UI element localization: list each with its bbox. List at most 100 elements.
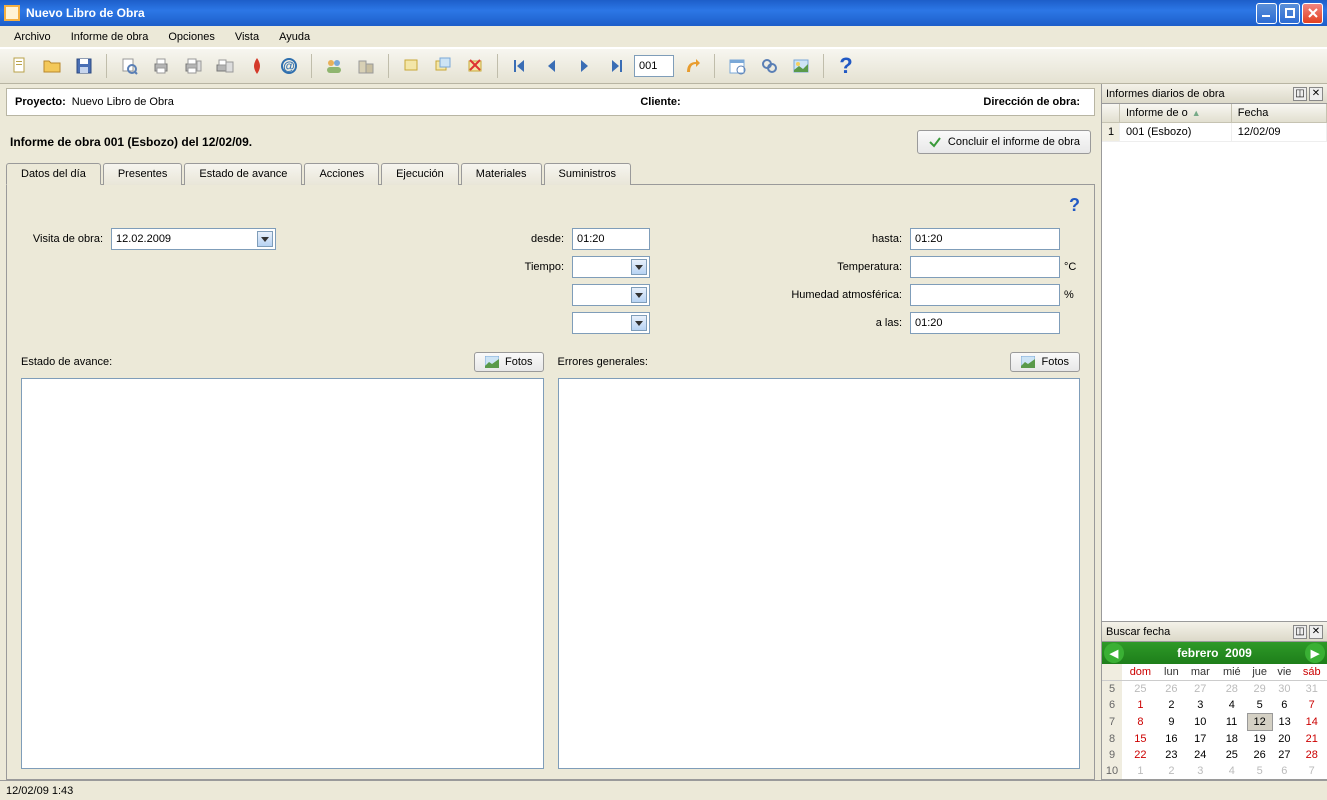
tab-help-icon[interactable]: ?: [1069, 195, 1080, 215]
menu-opciones[interactable]: Opciones: [158, 28, 224, 46]
hasta-input[interactable]: [910, 228, 1060, 250]
tab-acciones[interactable]: Acciones: [304, 163, 379, 185]
calendar-day[interactable]: 15: [1122, 731, 1159, 748]
calendar-day[interactable]: 2: [1159, 763, 1184, 779]
calendar-day[interactable]: 9: [1159, 714, 1184, 731]
search-icon[interactable]: [755, 52, 783, 80]
reports-col-informe[interactable]: Informe de o▲: [1120, 104, 1232, 122]
calendar-day[interactable]: 17: [1184, 731, 1217, 748]
calendar-day[interactable]: 21: [1296, 731, 1327, 748]
calendar-day[interactable]: 6: [1272, 697, 1296, 714]
email-icon[interactable]: @: [275, 52, 303, 80]
errores-textarea[interactable]: [558, 378, 1081, 769]
close-pane-icon[interactable]: ✕: [1309, 87, 1323, 101]
prev-month-button[interactable]: ◀: [1104, 643, 1124, 663]
menu-archivo[interactable]: Archivo: [4, 28, 61, 46]
nav-next-icon[interactable]: [570, 52, 598, 80]
tiempo-combo-2[interactable]: [572, 284, 650, 306]
calendar-day[interactable]: 5: [1247, 697, 1272, 714]
help-icon[interactable]: ?: [832, 52, 860, 80]
tiempo-combo-3[interactable]: [572, 312, 650, 334]
calendar-day[interactable]: 11: [1217, 714, 1247, 731]
calendar-day[interactable]: 14: [1296, 714, 1327, 731]
print-icon[interactable]: [147, 52, 175, 80]
calendar-day[interactable]: 10: [1184, 714, 1217, 731]
pdf-icon[interactable]: [243, 52, 271, 80]
calendar-day[interactable]: 19: [1247, 731, 1272, 748]
calendar-day[interactable]: 25: [1122, 681, 1159, 698]
calendar-day[interactable]: 8: [1122, 714, 1159, 731]
minimize-button[interactable]: [1256, 3, 1277, 24]
alas-input[interactable]: [910, 312, 1060, 334]
page-number-input[interactable]: [634, 55, 674, 77]
menu-ayuda[interactable]: Ayuda: [269, 28, 320, 46]
image-icon[interactable]: [787, 52, 815, 80]
print-batch-icon[interactable]: [211, 52, 239, 80]
visita-date-combo[interactable]: 12.02.2009: [111, 228, 276, 250]
calendar-day[interactable]: 28: [1296, 747, 1327, 763]
report-copy-icon[interactable]: [429, 52, 457, 80]
contacts-icon[interactable]: [320, 52, 348, 80]
menu-informe[interactable]: Informe de obra: [61, 28, 159, 46]
estado-avance-textarea[interactable]: [21, 378, 544, 769]
calendar-day[interactable]: 13: [1272, 714, 1296, 731]
calendar-day[interactable]: 26: [1159, 681, 1184, 698]
calendar-day[interactable]: 31: [1296, 681, 1327, 698]
report-new-icon[interactable]: [397, 52, 425, 80]
tab-estado-avance[interactable]: Estado de avance: [184, 163, 302, 185]
calendar-day[interactable]: 22: [1122, 747, 1159, 763]
calendar-day[interactable]: 20: [1272, 731, 1296, 748]
calendar-day[interactable]: 5: [1247, 763, 1272, 779]
calendar-day[interactable]: 3: [1184, 763, 1217, 779]
fotos-estado-button[interactable]: Fotos: [474, 352, 544, 372]
new-document-icon[interactable]: [6, 52, 34, 80]
calendar-day[interactable]: 24: [1184, 747, 1217, 763]
close-pane-icon[interactable]: ✕: [1309, 625, 1323, 639]
calendar-day[interactable]: 4: [1217, 763, 1247, 779]
calendar-day[interactable]: 7: [1296, 763, 1327, 779]
nav-prev-icon[interactable]: [538, 52, 566, 80]
calendar-day[interactable]: 7: [1296, 697, 1327, 714]
reports-col-fecha[interactable]: Fecha: [1232, 104, 1327, 122]
calendar-day[interactable]: 27: [1184, 681, 1217, 698]
temperatura-input[interactable]: [910, 256, 1060, 278]
tab-suministros[interactable]: Suministros: [544, 163, 631, 185]
tab-presentes[interactable]: Presentes: [103, 163, 183, 185]
close-button[interactable]: [1302, 3, 1323, 24]
reports-row[interactable]: 1 001 (Esbozo) 12/02/09: [1102, 123, 1327, 142]
report-delete-icon[interactable]: [461, 52, 489, 80]
humedad-input[interactable]: [910, 284, 1060, 306]
calendar-day[interactable]: 2: [1159, 697, 1184, 714]
open-folder-icon[interactable]: [38, 52, 66, 80]
calendar-day[interactable]: 23: [1159, 747, 1184, 763]
calendar-day[interactable]: 3: [1184, 697, 1217, 714]
calendar-day[interactable]: 16: [1159, 731, 1184, 748]
calendar-day[interactable]: 12: [1247, 714, 1272, 731]
calendar-day[interactable]: 27: [1272, 747, 1296, 763]
undock-icon[interactable]: ◫: [1293, 625, 1307, 639]
tab-materiales[interactable]: Materiales: [461, 163, 542, 185]
calendar-day[interactable]: 30: [1272, 681, 1296, 698]
calendar-day[interactable]: 1: [1122, 763, 1159, 779]
desde-input[interactable]: [572, 228, 650, 250]
tab-datos-dia[interactable]: Datos del día: [6, 163, 101, 185]
calendar-day[interactable]: 29: [1247, 681, 1272, 698]
conclude-report-button[interactable]: Concluir el informe de obra: [917, 130, 1091, 154]
calendar-day[interactable]: 4: [1217, 697, 1247, 714]
nav-last-icon[interactable]: [602, 52, 630, 80]
calendar-day[interactable]: 18: [1217, 731, 1247, 748]
fotos-errores-button[interactable]: Fotos: [1010, 352, 1080, 372]
calendar-day[interactable]: 1: [1122, 697, 1159, 714]
nav-first-icon[interactable]: [506, 52, 534, 80]
calendar-icon[interactable]: [723, 52, 751, 80]
save-icon[interactable]: [70, 52, 98, 80]
calendar-day[interactable]: 25: [1217, 747, 1247, 763]
print-all-icon[interactable]: [179, 52, 207, 80]
menu-vista[interactable]: Vista: [225, 28, 269, 46]
next-month-button[interactable]: ▶: [1305, 643, 1325, 663]
company-icon[interactable]: [352, 52, 380, 80]
calendar-day[interactable]: 26: [1247, 747, 1272, 763]
tiempo-combo-1[interactable]: [572, 256, 650, 278]
calendar-day[interactable]: 28: [1217, 681, 1247, 698]
print-preview-icon[interactable]: [115, 52, 143, 80]
